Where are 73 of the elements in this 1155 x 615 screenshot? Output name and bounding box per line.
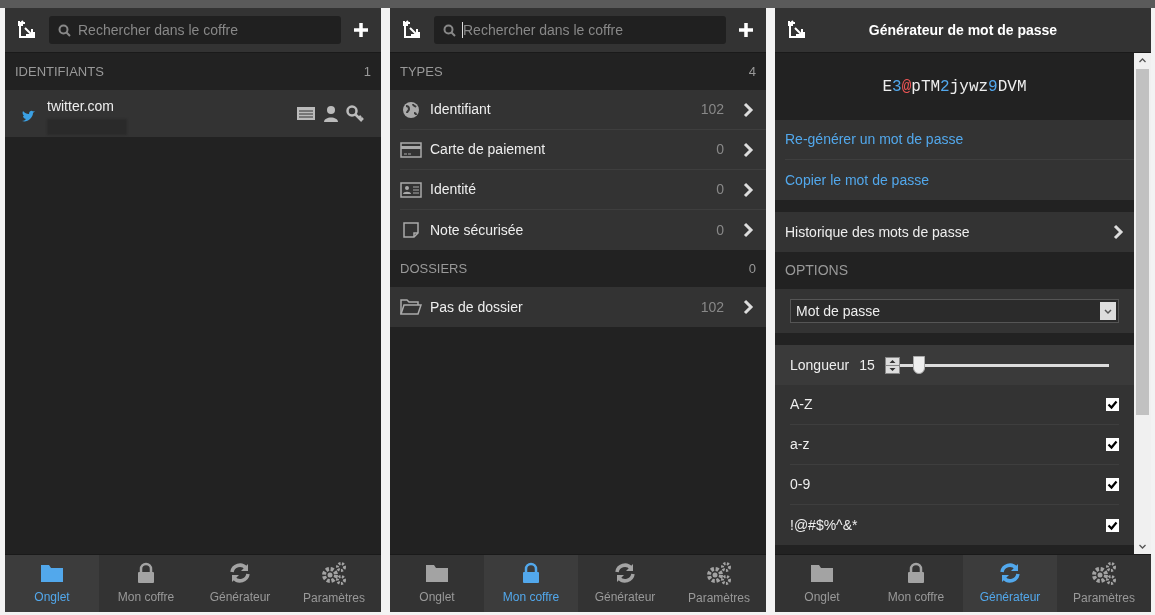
section-heading: DOSSIERS — [400, 259, 468, 278]
pop-out-button[interactable] — [787, 20, 807, 40]
add-icon[interactable] — [738, 22, 754, 38]
checkbox[interactable] — [1106, 438, 1119, 451]
slider-thumb[interactable] — [912, 355, 925, 374]
section-heading: TYPES — [400, 62, 443, 81]
globe-icon — [402, 100, 420, 119]
search-field[interactable]: Rechercher dans le coffre — [434, 16, 726, 44]
history-item[interactable]: Historique des mots de passe — [775, 212, 1134, 252]
section-count: 0 — [748, 259, 756, 278]
bird-icon — [21, 109, 37, 124]
option-label: A-Z — [790, 395, 813, 414]
item-count: 0 — [716, 140, 724, 159]
list-item[interactable]: Identité 0 — [400, 170, 766, 210]
pop-out-button[interactable] — [17, 20, 37, 40]
checkbox[interactable] — [1106, 398, 1119, 411]
lock-icon — [906, 561, 926, 584]
option-label: a-z — [790, 435, 810, 454]
length-value: 15 — [859, 355, 875, 375]
section-count: 4 — [748, 62, 756, 81]
sync-icon — [613, 561, 637, 584]
person-icon[interactable] — [324, 105, 338, 122]
nav-tab[interactable]: Mon coffre — [484, 555, 578, 612]
checkbox[interactable] — [1106, 518, 1119, 532]
gears-icon — [320, 560, 348, 585]
lock-icon — [136, 561, 156, 584]
note-icon — [402, 221, 420, 239]
option-label: !@#$%^&* — [790, 515, 858, 535]
chevron-right-icon — [742, 299, 754, 315]
item-count: 102 — [700, 297, 724, 317]
search-field[interactable]: Rechercher dans le coffre — [49, 16, 341, 44]
list-item[interactable]: Identifiant 102 — [400, 90, 766, 130]
chevron-right-icon — [1112, 224, 1124, 240]
list-item[interactable]: Note sécurisée 0 — [400, 210, 766, 250]
folder-icon — [400, 299, 422, 315]
search-icon — [58, 24, 71, 37]
gears-icon — [705, 560, 733, 585]
chevron-right-icon — [742, 101, 754, 118]
chevron-right-icon — [742, 141, 754, 158]
item-count: 0 — [716, 180, 724, 199]
section-heading: IDENTIFIANTS — [15, 62, 104, 81]
item-count: 102 — [700, 100, 724, 119]
length-label: Longueur — [790, 355, 850, 375]
list-icon[interactable] — [296, 106, 316, 121]
section-heading: OPTIONS — [785, 261, 848, 280]
item-title: twitter.com — [47, 97, 115, 116]
lock-icon — [521, 561, 541, 584]
gears-icon — [1090, 560, 1118, 585]
option-label: 0-9 — [790, 475, 811, 494]
scrollbar[interactable] — [1134, 53, 1151, 554]
checkbox[interactable] — [1106, 478, 1119, 491]
sync-icon — [998, 561, 1022, 584]
search-icon — [443, 24, 456, 37]
action-link[interactable]: Copier le mot de passe — [785, 160, 1134, 200]
card-icon — [400, 141, 422, 158]
add-icon[interactable] — [353, 22, 369, 38]
chevron-right-icon — [742, 222, 754, 238]
id-card-icon — [400, 181, 422, 198]
nav-tab[interactable]: Onglet — [5, 555, 99, 612]
type-select[interactable]: Mot de passe — [790, 299, 1119, 323]
nav-tab[interactable]: Générateur — [963, 555, 1057, 612]
login-item[interactable]: twitter.com — [5, 90, 381, 137]
panel-title: Générateur de mot de passe — [867, 20, 1059, 40]
sync-icon — [228, 561, 252, 584]
dropdown-icon — [1100, 302, 1116, 320]
section-count: 1 — [363, 62, 371, 81]
scroll-thumb[interactable] — [1136, 69, 1149, 415]
item-count: 0 — [716, 220, 724, 240]
list-item[interactable]: Carte de paiement 0 — [400, 130, 766, 170]
key-icon[interactable] — [346, 105, 365, 122]
pop-out-button[interactable] — [402, 20, 422, 40]
chevron-right-icon — [742, 181, 754, 198]
spinner-icon[interactable] — [884, 356, 900, 374]
